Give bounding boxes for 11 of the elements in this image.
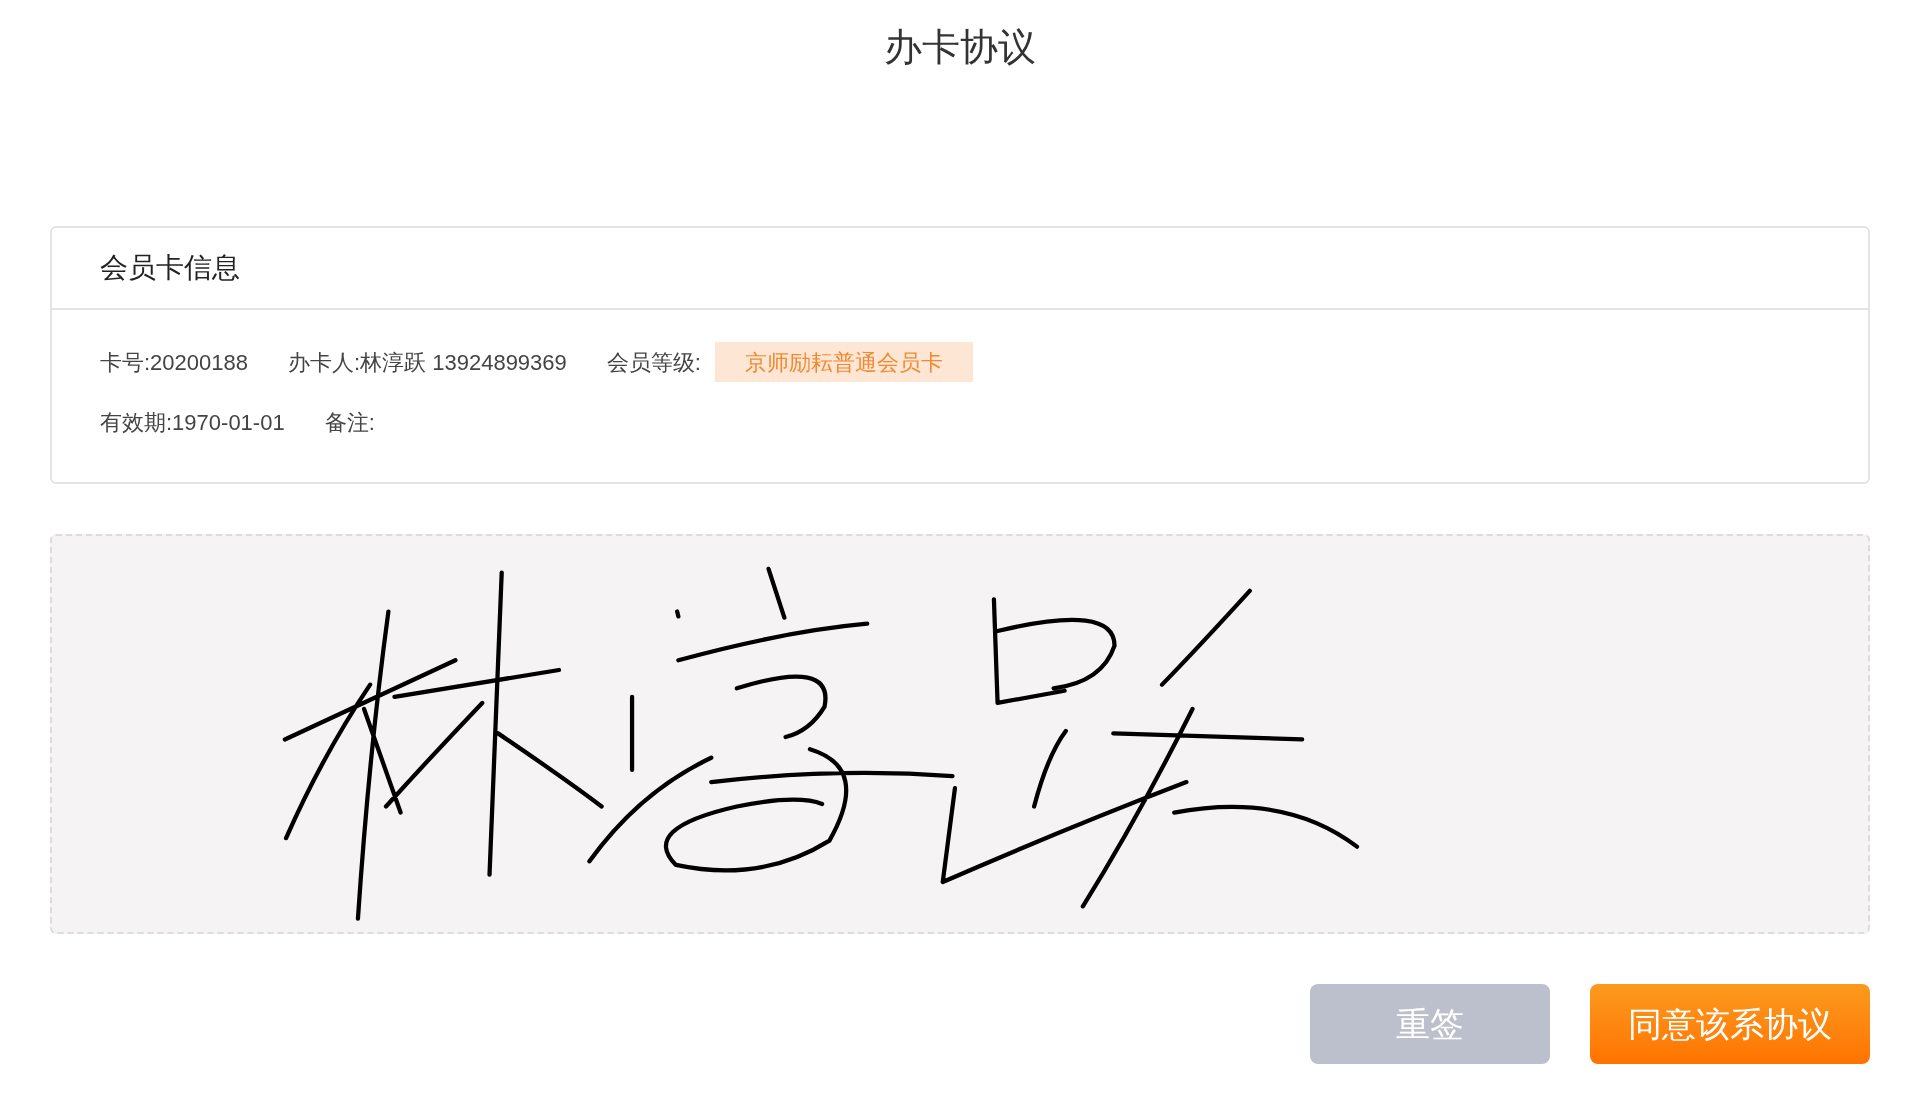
info-field: 会员等级:: [606, 345, 701, 379]
member-level-badge: 京师励耘普通会员卡: [714, 342, 973, 382]
card-heading: 会员卡信息: [100, 251, 240, 285]
agree-button[interactable]: 同意该系协议: [1590, 984, 1870, 1064]
info-field: 备注:: [324, 405, 375, 439]
info-field: 办卡人:林淳跃 13924899369: [288, 345, 567, 379]
signature-pad[interactable]: [50, 534, 1870, 934]
page-title: 办卡协议: [884, 25, 1036, 70]
info-field: 卡号:20200188: [100, 345, 248, 379]
info-field: 有效期:1970-01-01: [100, 405, 285, 439]
re-sign-button[interactable]: 重签: [1310, 984, 1550, 1064]
